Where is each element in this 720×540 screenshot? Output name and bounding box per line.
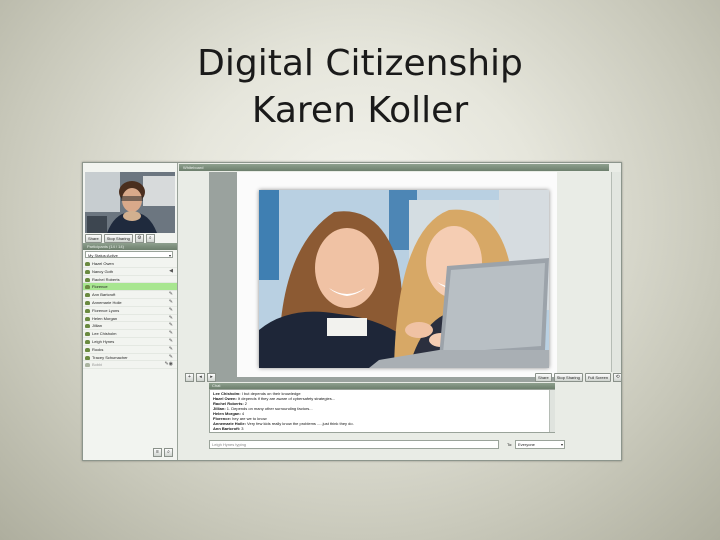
chat-text: 3 (240, 426, 244, 431)
pencil-icon: ✎ (168, 291, 173, 298)
participant-name: Tracey Schumacher (92, 354, 128, 360)
status-select-value: My Status:Active (88, 253, 118, 258)
participant-name: Annemarie Hoile (92, 299, 122, 305)
slide-title-line-1: Digital Citizenship (197, 43, 523, 84)
participant-name: Bobbi (92, 362, 103, 368)
person-icon (85, 347, 90, 352)
participant-name: Lee Chisholm (92, 331, 117, 337)
person-icon (85, 285, 90, 290)
webcam-settings-icon[interactable]: ⚙ (134, 233, 144, 243)
person-icon (85, 308, 90, 313)
status-select[interactable]: My Status:Active ▾ (85, 251, 173, 258)
pencil-icon: ✎ (168, 345, 173, 352)
person-icon (85, 324, 90, 329)
full-screen-button[interactable]: Full Screen (584, 373, 612, 382)
participant-name: Jillian (92, 323, 103, 329)
participant-name: Rooks (92, 346, 104, 352)
participant-name: Leigh Hynes (92, 338, 115, 344)
webcam-stop-sharing-button[interactable]: Stop Sharing (103, 233, 133, 243)
add-page-icon[interactable]: + (185, 373, 194, 382)
chat-scrollbar[interactable] (549, 390, 555, 432)
participant-row[interactable]: Annemarie Hoile ✎ (83, 299, 177, 307)
person-icon (85, 363, 90, 368)
participants-header: Participants (14 / 14) (83, 243, 177, 250)
zoom-icon[interactable]: ⌕ (164, 448, 173, 457)
link-icon[interactable]: ⟲ (613, 373, 621, 382)
participant-row[interactable]: Nancy Goth ◀ (83, 268, 177, 276)
webcam-toolbar: Share Stop Sharing ⚙ ⌕ (85, 233, 175, 243)
chat-log: Lee Chisholm: I but depends on their kno… (209, 389, 555, 433)
person-icon (85, 339, 90, 344)
participant-name: Ann Bartcroft (92, 292, 116, 298)
participant-name: Nancy Goth (92, 268, 114, 274)
previous-page-icon[interactable]: ◂ (196, 373, 205, 382)
chat-input[interactable]: Leigh Hynes typing (209, 440, 499, 449)
shared-image (259, 190, 549, 368)
slide-title: Digital Citizenship Karen Koller (0, 40, 720, 134)
participant-row[interactable]: Rachel Roberts (83, 276, 177, 284)
person-icon (85, 300, 90, 305)
pencil-icon: ✎ (168, 298, 173, 305)
participant-name: Florence (92, 284, 108, 290)
whiteboard-share-button[interactable]: Share (535, 373, 552, 382)
webcam-zoom-icon[interactable]: ⌕ (145, 233, 155, 243)
chevron-down-icon: ▾ (560, 442, 563, 447)
pencil-icon: ✎ (168, 337, 173, 344)
person-icon (85, 262, 90, 266)
chat-text: It depends if they are aware of cybersaf… (236, 396, 336, 401)
participant-row[interactable]: Ann Bartcroft ✎ (83, 291, 177, 299)
person-icon (85, 277, 90, 282)
pencil-icon: ✎◉ (164, 361, 173, 368)
chat-text: Very few kids really know the problems .… (245, 421, 354, 426)
slide-title-line-2: Karen Koller (251, 90, 469, 131)
participant-name: Rachel Roberts (92, 276, 120, 282)
participant-row[interactable]: Tracey Schumacher ✎ (83, 354, 177, 362)
chevron-down-icon: ▾ (168, 253, 171, 258)
participant-row[interactable]: Bobbi ✎◉ (83, 361, 177, 370)
person-icon (85, 316, 90, 321)
to-label: To: (507, 442, 513, 447)
participant-row[interactable]: Hazel Owen (83, 260, 177, 268)
participant-row[interactable]: Leigh Hynes ✎ (83, 338, 177, 346)
whiteboard-header: Whiteboard (179, 164, 609, 171)
left-panel: Share Stop Sharing ⚙ ⌕ Participants (14 … (83, 163, 178, 460)
list-options-icon[interactable]: ≡ (153, 448, 162, 457)
tool-strip (611, 172, 621, 372)
chat-input-placeholder: Leigh Hynes typing (212, 442, 247, 447)
person-icon (85, 269, 90, 274)
participant-row[interactable]: Rooks ✎ (83, 346, 177, 354)
person-icon (85, 332, 90, 337)
pencil-icon: ✎ (168, 330, 173, 337)
whiteboard-stop-sharing-button[interactable]: Stop Sharing (553, 373, 583, 382)
whiteboard-toolbar: + ◂ ▸ Share Stop Sharing Full Screen ⟲ ⌕… (179, 372, 621, 382)
participant-row[interactable]: Lee Chisholm ✎ (83, 330, 177, 338)
participant-row-selected[interactable]: Florence (83, 283, 177, 292)
participant-name: Florence Lyons (92, 307, 120, 313)
pencil-icon: ✎ (168, 353, 173, 360)
participants-footer: ≡ ⌕ (85, 448, 173, 457)
recipient-select-value: Everyone (518, 442, 535, 447)
person-icon (85, 355, 90, 360)
pencil-icon: ✎ (168, 306, 173, 313)
chat-sender: Ann Bartcroft: (213, 426, 241, 431)
person-icon (85, 293, 90, 298)
participant-name: Helen Morgan (92, 315, 118, 321)
pencil-icon: ✎ (168, 322, 173, 329)
webcam-video (85, 172, 175, 233)
chat-input-row: Leigh Hynes typing To: Everyone ▾ (209, 440, 569, 449)
participant-row[interactable]: Jillian ✎ (83, 322, 177, 331)
speaker-icon: ◀ (169, 267, 173, 274)
web-conference-screenshot: Share Stop Sharing ⚙ ⌕ Participants (14 … (82, 162, 622, 461)
webcam-share-button[interactable]: Share (85, 233, 102, 243)
participant-row[interactable]: Florence Lyons ✎ (83, 307, 177, 315)
participant-name: Hazel Owen (92, 261, 114, 266)
chat-message: Ann Bartcroft: 3 (213, 426, 551, 431)
pencil-icon: ✎ (168, 314, 173, 321)
participant-list: Hazel Owen Nancy Goth ◀ Rachel Roberts Fl… (83, 260, 177, 370)
recipient-select[interactable]: Everyone ▾ (515, 440, 565, 449)
next-page-icon[interactable]: ▸ (207, 373, 216, 382)
participant-row[interactable]: Helen Morgan ✎ (83, 315, 177, 323)
